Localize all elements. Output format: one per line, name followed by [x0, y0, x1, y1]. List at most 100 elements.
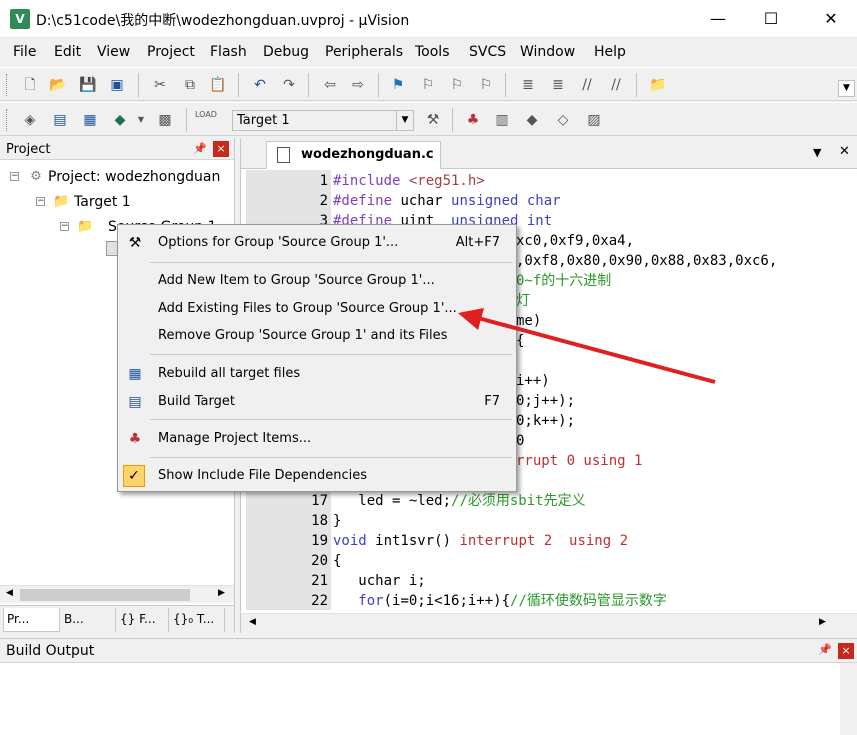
menu-help[interactable]: Help — [594, 44, 626, 60]
menu-item-remove-group[interactable]: Remove Group 'Source Group 1' and its Fi… — [120, 324, 514, 348]
build-icon[interactable]: ▤ — [50, 110, 70, 130]
scroll-right-icon[interactable]: ▶ — [819, 617, 826, 627]
pack-installer-icon[interactable]: ◇ — [553, 110, 573, 130]
menu-item-show-include-deps[interactable]: ✓ Show Include File Dependencies — [120, 464, 514, 488]
bookmark-clear-icon[interactable]: ⚐ — [476, 75, 496, 95]
bookmark-next-icon[interactable]: ⚐ — [447, 75, 467, 95]
menu-flash[interactable]: Flash — [210, 44, 247, 60]
menu-svcs[interactable]: SVCS — [469, 44, 506, 60]
collapse-icon[interactable]: − — [10, 172, 19, 181]
horizontal-scrollbar[interactable]: ◀ ▶ — [0, 585, 234, 603]
minimize-button[interactable]: — — [695, 0, 741, 38]
unindent-icon[interactable]: ≣ — [548, 75, 568, 95]
bookmark-insert-icon[interactable]: ⚑ — [388, 75, 408, 95]
new-file-icon[interactable]: 🗋 — [20, 75, 40, 95]
menu-item-build-target[interactable]: ▤ Build Target F7 — [120, 390, 514, 414]
code-line-partial[interactable]: 0;k++); — [516, 411, 575, 431]
tab-wodezhongduan-c[interactable]: wodezhongduan.c — [266, 141, 441, 169]
comment-icon[interactable]: // — [577, 75, 597, 95]
close-window-button[interactable]: ✕ — [808, 0, 854, 38]
scroll-left-icon[interactable]: ◀ — [6, 588, 13, 598]
code-line[interactable]: { — [333, 551, 341, 571]
editor-horizontal-scrollbar[interactable]: ◀ ▶ — [241, 613, 857, 633]
close-panel-button[interactable]: × — [838, 643, 854, 659]
menu-item-options-for-group[interactable]: ⚒ Options for Group 'Source Group 1'... … — [120, 231, 514, 255]
manage-runtime-icon[interactable]: ◆ — [522, 110, 542, 130]
navigate-forward-icon[interactable]: ⇨ — [348, 75, 368, 95]
code-line-partial[interactable]: me) — [516, 311, 541, 331]
batch-build-dropdown-icon[interactable]: ▼ — [131, 110, 151, 130]
code-line[interactable]: #define uchar unsigned char — [333, 191, 561, 211]
menu-item-add-new-item[interactable]: Add New Item to Group 'Source Group 1'..… — [120, 269, 514, 293]
code-line[interactable]: } — [333, 511, 341, 531]
bookmark-prev-icon[interactable]: ⚐ — [418, 75, 438, 95]
stop-build-icon[interactable]: ▩ — [155, 110, 175, 130]
code-line-partial[interactable]: 0 — [516, 431, 524, 451]
tab-templates[interactable]: {}₀ T... — [170, 608, 225, 632]
download-icon[interactable]: LOAD — [195, 110, 217, 130]
close-panel-button[interactable]: × — [213, 141, 229, 157]
code-line[interactable]: #include <reg51.h> — [333, 171, 485, 191]
collapse-icon[interactable]: − — [60, 222, 69, 231]
uncomment-icon[interactable]: // — [606, 75, 626, 95]
find-in-files-icon[interactable]: 📁 — [648, 75, 668, 95]
build-output-scrollbar[interactable] — [840, 663, 857, 735]
menu-debug[interactable]: Debug — [263, 44, 309, 60]
redo-icon[interactable]: ↷ — [279, 75, 299, 95]
code-line-partial[interactable]: i++) — [516, 371, 550, 391]
target-select[interactable]: Target 1 ▼ — [232, 110, 414, 131]
rebuild-icon[interactable]: ▦ — [80, 110, 100, 130]
tab-project[interactable]: Pr... — [3, 608, 60, 632]
maximize-button[interactable]: ☐ — [748, 0, 794, 38]
save-icon[interactable]: 💾 — [78, 75, 98, 95]
menu-peripherals[interactable]: Peripherals — [325, 44, 403, 60]
cut-icon[interactable]: ✂ — [150, 75, 170, 95]
select-packs-icon[interactable]: ▥ — [492, 110, 512, 130]
code-line[interactable]: for(i=0;i<16;i++){//循环使数码管显示数字 — [333, 591, 667, 611]
menu-tools[interactable]: Tools — [415, 44, 450, 60]
menu-file[interactable]: File — [13, 44, 36, 60]
translate-icon[interactable]: ◈ — [20, 110, 40, 130]
manage-project-items-icon[interactable]: ♣ — [463, 110, 483, 130]
code-line-partial[interactable]: { — [516, 331, 524, 351]
menu-edit[interactable]: Edit — [54, 44, 81, 60]
find-combo-arrow-icon[interactable]: ▼ — [838, 80, 855, 97]
tab-functions[interactable]: {} F... — [117, 608, 169, 632]
paste-icon[interactable]: 📋 — [208, 75, 228, 95]
menu-window[interactable]: Window — [520, 44, 575, 60]
code-line[interactable]: void int1svr() interrupt 2 using 2 — [333, 531, 628, 551]
code-line-partial[interactable]: xc0,0xf9,0xa4, — [516, 231, 634, 251]
menu-project[interactable]: Project — [147, 44, 195, 60]
software-packs-icon[interactable]: ▨ — [584, 110, 604, 130]
toolbar-grip[interactable] — [6, 74, 9, 96]
pin-icon[interactable]: 📌 — [818, 643, 832, 656]
scroll-right-icon[interactable]: ▶ — [218, 588, 225, 598]
scrollbar-thumb[interactable] — [20, 589, 190, 601]
code-line-partial[interactable]: 灯 — [516, 291, 530, 311]
code-line[interactable]: led = ~led;//必须用sbit先定义 — [333, 491, 585, 511]
close-tab-icon[interactable]: ✕ — [839, 144, 850, 159]
batch-build-icon[interactable]: ◆ — [110, 110, 130, 130]
undo-icon[interactable]: ↶ — [250, 75, 270, 95]
open-folder-icon[interactable]: 📂 — [48, 75, 68, 95]
pin-icon[interactable]: 📌 — [193, 142, 207, 155]
menu-item-manage-project-items[interactable]: ♣ Manage Project Items... — [120, 427, 514, 451]
tree-target-node[interactable]: − 📁 Target 1 — [36, 193, 226, 213]
save-all-icon[interactable]: ▣ — [107, 75, 127, 95]
indent-icon[interactable]: ≣ — [518, 75, 538, 95]
tab-books[interactable]: B... — [61, 608, 116, 632]
toolbar-grip[interactable] — [6, 109, 9, 131]
scroll-left-icon[interactable]: ◀ — [249, 617, 256, 627]
copy-icon[interactable]: ⧉ — [180, 75, 200, 95]
target-options-icon[interactable]: ⚒ — [423, 110, 443, 130]
menu-item-rebuild-all[interactable]: ▦ Rebuild all target files — [120, 362, 514, 386]
menu-view[interactable]: View — [97, 44, 130, 60]
navigate-back-icon[interactable]: ⇦ — [320, 75, 340, 95]
code-line-partial[interactable]: 0~f的十六进制 — [516, 271, 611, 291]
tree-project-node[interactable]: − ⚙ Project: wodezhongduan — [10, 168, 230, 188]
code-line[interactable]: uchar i; — [333, 571, 425, 591]
chevron-down-icon[interactable]: ▼ — [396, 111, 413, 130]
code-line-partial[interactable]: rrupt 0 using 1 — [516, 451, 642, 471]
code-line-partial[interactable]: ,0xf8,0x80,0x90,0x88,0x83,0xc6, — [516, 251, 777, 271]
collapse-icon[interactable]: − — [36, 197, 45, 206]
